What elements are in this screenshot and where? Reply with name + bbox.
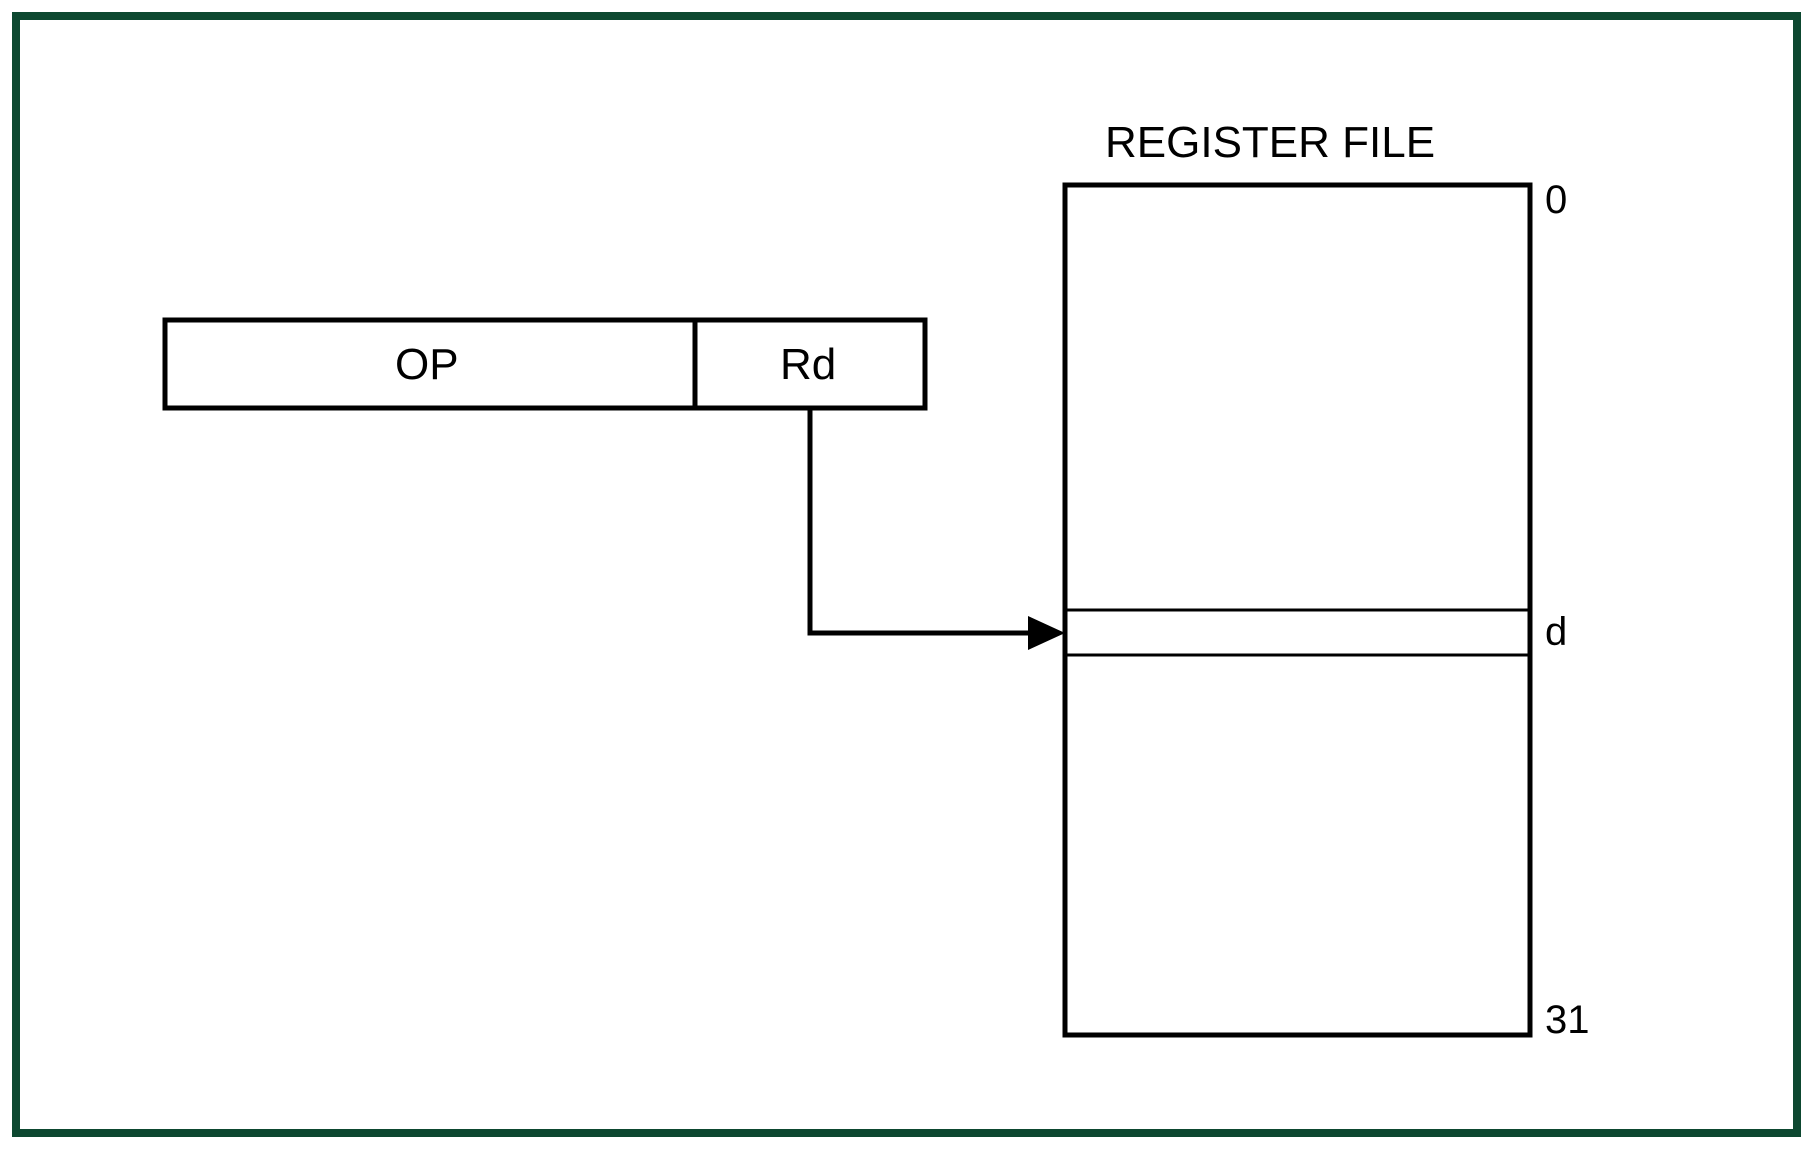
diagram-svg bbox=[0, 0, 1819, 1155]
register-index-bottom: 31 bbox=[1545, 998, 1590, 1043]
rd-label: Rd bbox=[780, 340, 836, 390]
register-index-selected: d bbox=[1545, 610, 1567, 655]
register-index-top: 0 bbox=[1545, 178, 1567, 223]
op-label: OP bbox=[395, 340, 459, 390]
rd-to-register-arrow-head bbox=[1028, 616, 1065, 650]
register-file-title: REGISTER FILE bbox=[1105, 118, 1435, 168]
rd-to-register-arrow-line bbox=[810, 408, 1040, 633]
